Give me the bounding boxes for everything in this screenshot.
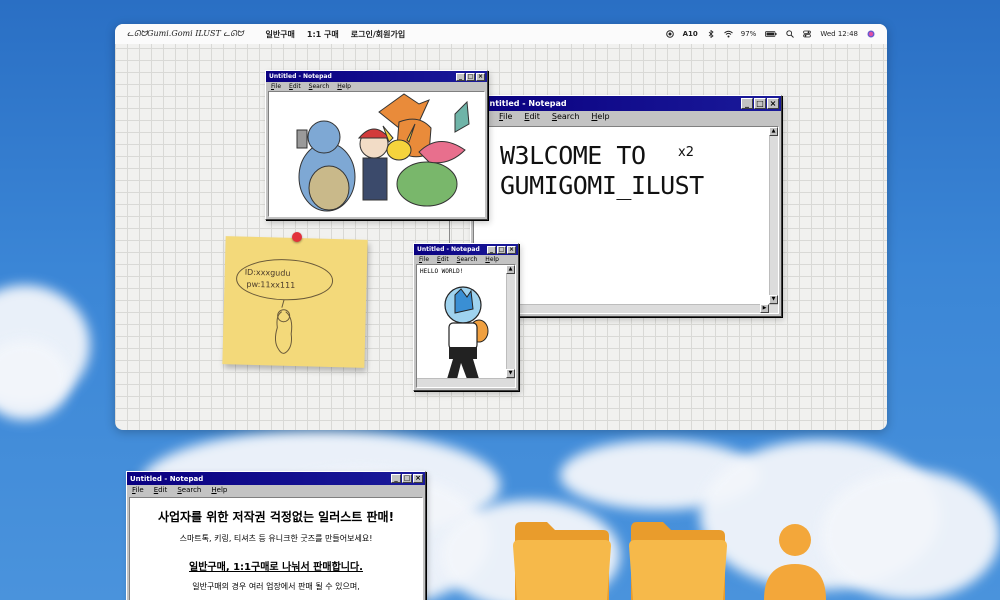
welcome-text: W3LCOME TO GUMIGOMI_ILUST — [500, 141, 704, 201]
info-line-1: 스마트톡, 키링, 티셔츠 등 유니크한 굿즈를 만들어보세요! — [179, 534, 373, 543]
menu-edit[interactable]: Edit — [289, 83, 301, 90]
menu-help[interactable]: Help — [485, 256, 499, 263]
menu-one-to-one-purchase[interactable]: 1:1 구매 — [307, 29, 339, 40]
picture-menubar: File Edit Search Help — [266, 82, 487, 91]
sticky-id-line: ID:xxxgudu — [245, 268, 291, 278]
wifi-icon[interactable] — [723, 30, 733, 38]
vertical-scrollbar[interactable]: ▲ ▼ — [769, 127, 778, 313]
info-line-2: 일반구매의 경우 여러 업장에서 판매 될 수 있으며, — [192, 582, 360, 591]
welcome-line-1: W3LCOME TO — [500, 141, 646, 170]
site-logo[interactable]: ᓚᘏᗢGumi.Gomi ILUST ᓚᘏᗢ — [127, 29, 243, 39]
menu-file[interactable]: File — [132, 486, 144, 494]
window-title: Untitled - Notepad — [417, 246, 480, 253]
window-title: Untitled - Notepad — [269, 73, 332, 80]
scroll-down-arrow[interactable]: ▼ — [506, 369, 515, 378]
hello-menubar: File Edit Search Help — [414, 255, 518, 264]
hello-titlebar[interactable]: Untitled - Notepad _ □ × — [414, 244, 518, 255]
menu-help[interactable]: Help — [211, 486, 227, 494]
menu-file[interactable]: File — [499, 112, 512, 121]
control-center-icon[interactable] — [803, 30, 812, 38]
info-titlebar[interactable]: Untitled - Notepad _ □ × — [127, 472, 425, 485]
folder-icon[interactable] — [511, 520, 611, 600]
menu-search[interactable]: Search — [309, 83, 330, 90]
hello-text: HELLO WORLD! — [420, 268, 464, 275]
scroll-up-arrow[interactable]: ▲ — [769, 127, 778, 136]
info-heading: 사업자를 위한 저작권 걱정없는 일러스트 판매! — [157, 510, 395, 524]
maximize-button[interactable]: □ — [754, 98, 766, 109]
menu-edit[interactable]: Edit — [524, 112, 540, 121]
close-button[interactable]: × — [476, 72, 485, 81]
sticky-pw-line: pw:11xx111 — [246, 280, 295, 290]
scroll-up-arrow[interactable]: ▲ — [506, 265, 515, 274]
menu-search[interactable]: Search — [552, 112, 579, 121]
hello-text-area[interactable]: HELLO WORLD! ▲ ▼ — [416, 264, 516, 388]
connector-line — [449, 218, 450, 246]
hello-notepad-window[interactable]: Untitled - Notepad _ □ × File Edit Searc… — [413, 243, 519, 391]
close-button[interactable]: × — [507, 245, 516, 254]
adobe-icon[interactable]: A10 — [683, 30, 698, 38]
maximize-button[interactable]: □ — [466, 72, 475, 81]
pokemon-illustration — [296, 93, 470, 212]
menu-file[interactable]: File — [271, 83, 281, 90]
close-button[interactable]: × — [767, 98, 779, 109]
minimize-button[interactable]: _ — [391, 474, 401, 483]
close-button[interactable]: × — [413, 474, 423, 483]
info-menubar: File Edit Search Help — [127, 485, 425, 495]
battery-percent: 97% — [740, 30, 757, 38]
menu-help[interactable]: Help — [591, 112, 609, 121]
search-icon[interactable] — [786, 30, 795, 38]
pushpin-icon — [292, 232, 302, 242]
picture-notepad-window[interactable]: Untitled - Notepad _ □ × File Edit Searc… — [265, 70, 488, 220]
maximize-button[interactable]: □ — [402, 474, 412, 483]
bluetooth-icon[interactable] — [707, 29, 715, 39]
picture-titlebar[interactable]: Untitled - Notepad _ □ × — [266, 71, 487, 82]
menu-edit[interactable]: Edit — [437, 256, 449, 263]
battery-icon[interactable] — [765, 30, 777, 38]
menu-search[interactable]: Search — [177, 486, 201, 494]
info-notepad-window[interactable]: Untitled - Notepad _ □ × File Edit Searc… — [126, 471, 426, 600]
minimize-button[interactable]: _ — [487, 245, 496, 254]
menu-login-signup[interactable]: 로그인/회원가입 — [351, 29, 405, 40]
siri-icon[interactable] — [867, 30, 875, 38]
adobe-badge: 10 — [688, 30, 698, 38]
horizontal-scrollbar[interactable] — [417, 378, 515, 387]
menu-help[interactable]: Help — [337, 83, 351, 90]
welcome-line-2: GUMIGOMI_ILUST — [500, 171, 704, 200]
scribble-x2: x2 — [678, 145, 694, 160]
welcome-titlebar[interactable]: Untitled - Notepad _ □ × — [471, 96, 781, 111]
menu-edit[interactable]: Edit — [154, 486, 168, 494]
clock: Wed 12:48 — [820, 30, 858, 38]
menubar: ᓚᘏᗢGumi.Gomi ILUST ᓚᘏᗢ 일반구매 1:1 구매 로그인/회… — [115, 24, 887, 44]
minimize-button[interactable]: _ — [741, 98, 753, 109]
picture-canvas — [268, 91, 485, 217]
scroll-right-arrow[interactable]: ▶ — [760, 304, 769, 313]
window-title: Untitled - Notepad — [130, 474, 204, 483]
minimize-button[interactable]: _ — [456, 72, 465, 81]
record-icon[interactable] — [665, 30, 674, 38]
info-text-area[interactable]: 사업자를 위한 저작권 걱정없는 일러스트 판매! 스마트톡, 키링, 티셔츠 … — [129, 497, 423, 600]
welcome-menubar: File Edit Search Help — [471, 111, 781, 122]
window-title: Untitled - Notepad — [483, 99, 567, 108]
scroll-down-arrow[interactable]: ▼ — [769, 295, 778, 304]
info-heading-2: 일반구매, 1:1구매로 나눠서 판매합니다. — [189, 562, 363, 573]
vertical-scrollbar[interactable]: ▲ ▼ — [506, 265, 515, 387]
maximize-button[interactable]: □ — [497, 245, 506, 254]
sticky-doodle: ID:xxxgudu pw:11xx111 — [236, 259, 334, 354]
menu-search[interactable]: Search — [457, 256, 478, 263]
menu-file[interactable]: File — [419, 256, 429, 263]
horizontal-scrollbar[interactable]: ▶ — [474, 304, 778, 313]
menu-general-purchase[interactable]: 일반구매 — [265, 29, 294, 40]
folder-icon[interactable] — [627, 520, 727, 600]
user-icon[interactable] — [762, 520, 828, 600]
sticky-note[interactable]: ID:xxxgudu pw:11xx111 — [222, 236, 368, 368]
status-area: A10 97% Wed 12:48 — [665, 29, 875, 39]
astronaut-illustration — [444, 286, 489, 379]
